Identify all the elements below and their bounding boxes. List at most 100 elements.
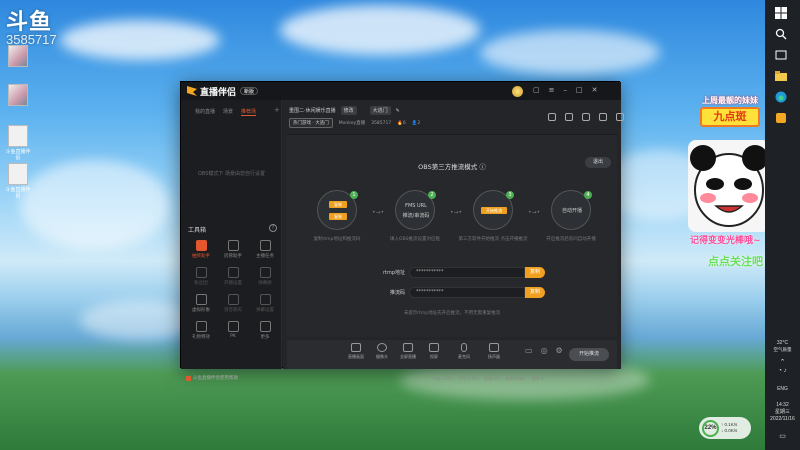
room-number: 3585717 bbox=[371, 120, 392, 126]
edge-browser-icon[interactable] bbox=[775, 88, 789, 103]
version-badge[interactable]: 新版 bbox=[240, 87, 259, 95]
desktop-icon[interactable]: 斗鱼直播伴侣 bbox=[4, 163, 32, 199]
step-number: 2 bbox=[428, 191, 436, 199]
help-link-text: 斗鱼直播伴侣使用帮助 bbox=[193, 376, 238, 381]
copy-rtmp-button[interactable]: 复制 bbox=[329, 201, 347, 208]
pk-icon bbox=[227, 321, 239, 332]
tool-lottery[interactable]: 抽奖助手 bbox=[185, 240, 217, 259]
rtmp-label: rtmp地址 bbox=[382, 270, 405, 276]
rtmp-input[interactable]: *********** bbox=[409, 267, 525, 278]
tool-room-admin[interactable]: 房管助手 bbox=[217, 240, 249, 259]
lock-icon[interactable] bbox=[548, 113, 556, 121]
app-taskbar-icon[interactable] bbox=[775, 109, 789, 123]
step-start: 3 开始推流 bbox=[473, 190, 514, 230]
desktop-icon[interactable] bbox=[4, 45, 32, 67]
copy-rtmp-field-button[interactable]: 复制 bbox=[525, 267, 545, 278]
category-tag[interactable]: 热门游戏 · 大逃门 bbox=[289, 118, 333, 128]
tool-gift-effects[interactable]: 礼物特效 bbox=[185, 321, 217, 340]
fullscreen-button[interactable]: 全屏直播 bbox=[397, 343, 419, 360]
desktop-icon[interactable] bbox=[4, 84, 32, 106]
tool-avatar[interactable]: 虚拟形象 bbox=[185, 294, 217, 313]
tab-recommended[interactable]: 推荐场 bbox=[241, 108, 257, 116]
notification-icon[interactable]: ▭ bbox=[765, 432, 800, 440]
tool-danmaku-settings[interactable]: 弹幕设置 bbox=[249, 294, 281, 313]
tool-pk[interactable]: PK bbox=[217, 321, 249, 340]
stream-key-input[interactable]: *********** bbox=[409, 287, 525, 298]
show-hidden-icons[interactable]: ⌃ bbox=[765, 358, 800, 366]
step-desc: 开启推流后房间自动开播 bbox=[546, 237, 596, 242]
weather-temp[interactable]: 32°C bbox=[765, 340, 800, 346]
screen-icon[interactable] bbox=[582, 113, 590, 121]
live-companion-window: 直播伴侣 新版 ▢ ≡ – □ ✕ 我的直播 场景 推荐场 + OBS模式下 场… bbox=[180, 81, 624, 381]
bottom-toolbar: 直播画面 摄像头 全屏直播 投屏 麦克风 扬声器 ▭ ◎ ⚙ 开始推流 bbox=[287, 340, 617, 369]
task-view-icon[interactable] bbox=[775, 46, 789, 60]
tool-fan-club[interactable]: 粉丝团 bbox=[185, 267, 217, 286]
gear-icon[interactable]: ⚙ bbox=[556, 346, 563, 355]
minimize-button[interactable]: – bbox=[564, 86, 568, 94]
tool-voice-chat[interactable]: 语音聊天 bbox=[217, 294, 249, 313]
bell-icon[interactable] bbox=[599, 113, 607, 121]
help-badge-icon bbox=[186, 375, 191, 381]
start-push-button[interactable]: 开始推流 bbox=[481, 207, 507, 214]
help-link[interactable]: 斗鱼直播伴侣使用帮助 bbox=[186, 375, 238, 381]
stream-key-label: 推流码 bbox=[389, 290, 405, 296]
room-title-row: 重围二·休闲娱乐直播 修改 大逃门 ✎ bbox=[289, 106, 400, 115]
tool-tasks[interactable]: 主播任务 bbox=[249, 240, 281, 259]
tab-my-live[interactable]: 我的直播 bbox=[195, 108, 215, 116]
tool-danmaku[interactable]: 弹幕姬 bbox=[249, 267, 281, 286]
speaker-button[interactable]: 扬声器 bbox=[483, 343, 505, 360]
camera-button[interactable]: 摄像头 bbox=[371, 343, 393, 360]
tab-scenes[interactable]: 场景 bbox=[223, 108, 233, 116]
desktop-icon[interactable]: 斗鱼直播伴侣 bbox=[4, 125, 32, 161]
menu-icon[interactable]: ≡ bbox=[549, 86, 555, 94]
help-icon[interactable]: ? bbox=[269, 224, 277, 232]
network-icon[interactable]: ◔ bbox=[778, 368, 782, 374]
tool-label: 粉丝团 bbox=[194, 281, 208, 286]
system-clock[interactable]: 14:32 星期三 2022/11/16 bbox=[765, 402, 800, 423]
windows-start-icon[interactable] bbox=[775, 4, 789, 19]
hot-count: 🔥6 bbox=[397, 120, 406, 126]
input-language[interactable]: ENG bbox=[765, 386, 800, 392]
record-video-icon[interactable]: ▭ bbox=[525, 346, 533, 355]
volume-icon[interactable]: ♪ bbox=[784, 368, 787, 374]
user-avatar[interactable] bbox=[512, 86, 523, 97]
edit-title-button[interactable]: 修改 bbox=[340, 106, 357, 115]
tool-label: 抽奖助手 bbox=[192, 254, 210, 259]
room-tools bbox=[548, 113, 624, 121]
document-icon bbox=[8, 163, 28, 185]
cast-button[interactable]: 投屏 bbox=[423, 343, 445, 360]
exit-obs-button[interactable]: 退出 bbox=[585, 157, 611, 168]
share-icon[interactable] bbox=[616, 113, 624, 121]
status-bar: 内存 3.6% CPU 1.0% 丢帧 0% 码率 0kb/s 帧率 0 bbox=[433, 376, 544, 382]
step-auto: 4 自动开播 bbox=[551, 190, 592, 230]
bottom-label: 投屏 bbox=[430, 354, 438, 359]
tool-more[interactable]: 更多 bbox=[249, 321, 281, 340]
desktop-icon-label: 斗鱼直播伴侣 bbox=[5, 187, 31, 199]
category-select[interactable]: 大逃门 bbox=[369, 106, 391, 115]
lottery-icon bbox=[195, 240, 207, 251]
edit-icon[interactable]: ✎ bbox=[396, 108, 400, 114]
fans-count: 👤2 bbox=[411, 120, 421, 126]
live-screen-button[interactable]: 直播画面 bbox=[345, 343, 367, 360]
copy-key-field-button[interactable]: 复制 bbox=[525, 287, 545, 298]
network-monitor-widget[interactable]: 22% ↑ 0.1K/s ↓ 0.0K/s bbox=[699, 417, 751, 439]
tool-live-settings[interactable]: 开播设置 bbox=[217, 267, 249, 286]
stat-fps: 帧率 0 bbox=[531, 376, 544, 381]
key-row: 推流码 *********** 复制 bbox=[377, 287, 617, 298]
stream-key-text: 推流/串流码 bbox=[402, 213, 430, 219]
auto-live-text: 自动开播 bbox=[561, 208, 582, 214]
skin-icon[interactable]: ▢ bbox=[533, 86, 540, 94]
start-live-button[interactable]: 开始推流 bbox=[569, 348, 609, 361]
refresh-icon[interactable]: ◎ bbox=[541, 346, 548, 355]
record-icon[interactable] bbox=[565, 113, 573, 121]
monitor-icon bbox=[351, 343, 361, 352]
file-explorer-icon[interactable] bbox=[775, 67, 789, 81]
maximize-button[interactable]: □ bbox=[576, 86, 583, 94]
search-icon[interactable] bbox=[775, 25, 789, 40]
copy-key-button[interactable]: 复制 bbox=[329, 213, 347, 220]
close-button[interactable]: ✕ bbox=[592, 86, 598, 94]
microphone-button[interactable]: 麦克风 bbox=[453, 343, 475, 360]
fms-url-text: FMS URL bbox=[405, 203, 427, 209]
tool-label: 开播设置 bbox=[224, 281, 242, 286]
add-scene-icon[interactable]: + bbox=[274, 106, 280, 114]
